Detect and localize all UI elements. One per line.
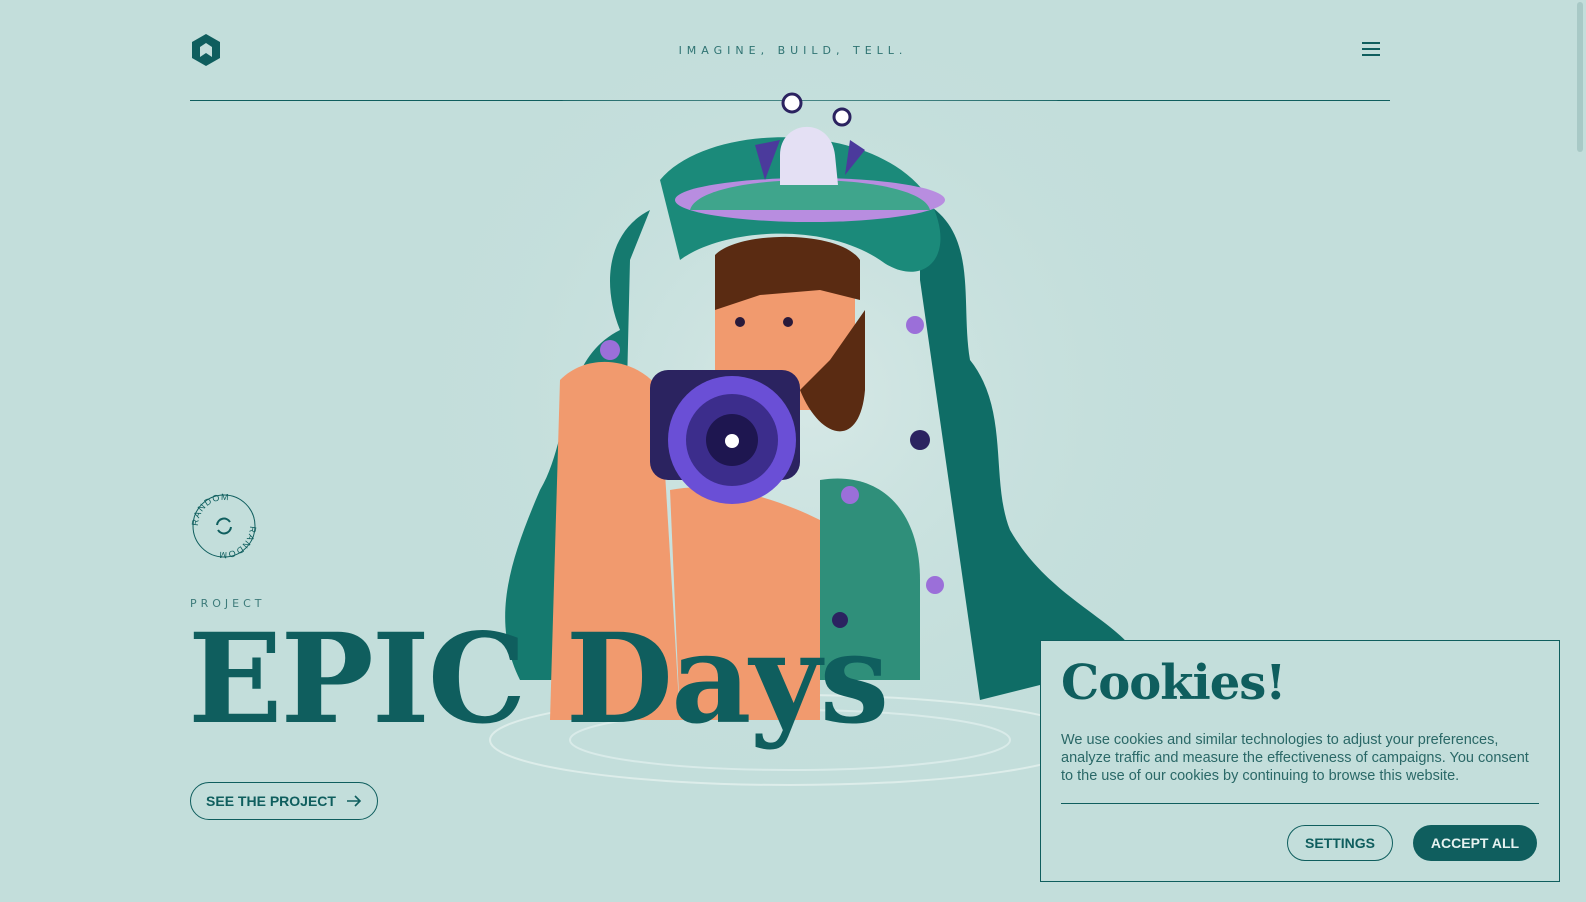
svg-text:RANDOM: RANDOM <box>190 492 230 527</box>
random-label: RANDOM <box>190 492 229 527</box>
see-project-button[interactable]: SEE THE PROJECT <box>190 782 378 820</box>
scrollbar[interactable] <box>1572 0 1586 902</box>
cookie-title: Cookies! <box>1061 655 1286 711</box>
cookie-settings-button[interactable]: SETTINGS <box>1287 825 1393 861</box>
scrollbar-thumb[interactable] <box>1577 2 1583 152</box>
cookie-divider <box>1061 803 1539 804</box>
hamburger-menu-icon[interactable] <box>1362 42 1380 58</box>
project-title[interactable]: EPIC Days <box>188 610 889 750</box>
random-project-button[interactable]: RANDOM RANDOM <box>188 490 260 562</box>
see-project-label: SEE THE PROJECT <box>206 793 336 809</box>
cookie-banner: Cookies! We use cookies and similar tech… <box>1040 640 1560 882</box>
cookie-accept-all-button[interactable]: ACCEPT ALL <box>1413 825 1537 861</box>
arrow-right-icon <box>346 795 362 807</box>
tagline: IMAGINE, BUILD, TELL. <box>678 44 908 57</box>
svg-text:RANDOM: RANDOM <box>218 526 258 561</box>
cookie-text: We use cookies and similar technologies … <box>1061 732 1529 784</box>
random-label-2: RANDOM <box>218 526 257 561</box>
refresh-icon <box>216 517 232 535</box>
